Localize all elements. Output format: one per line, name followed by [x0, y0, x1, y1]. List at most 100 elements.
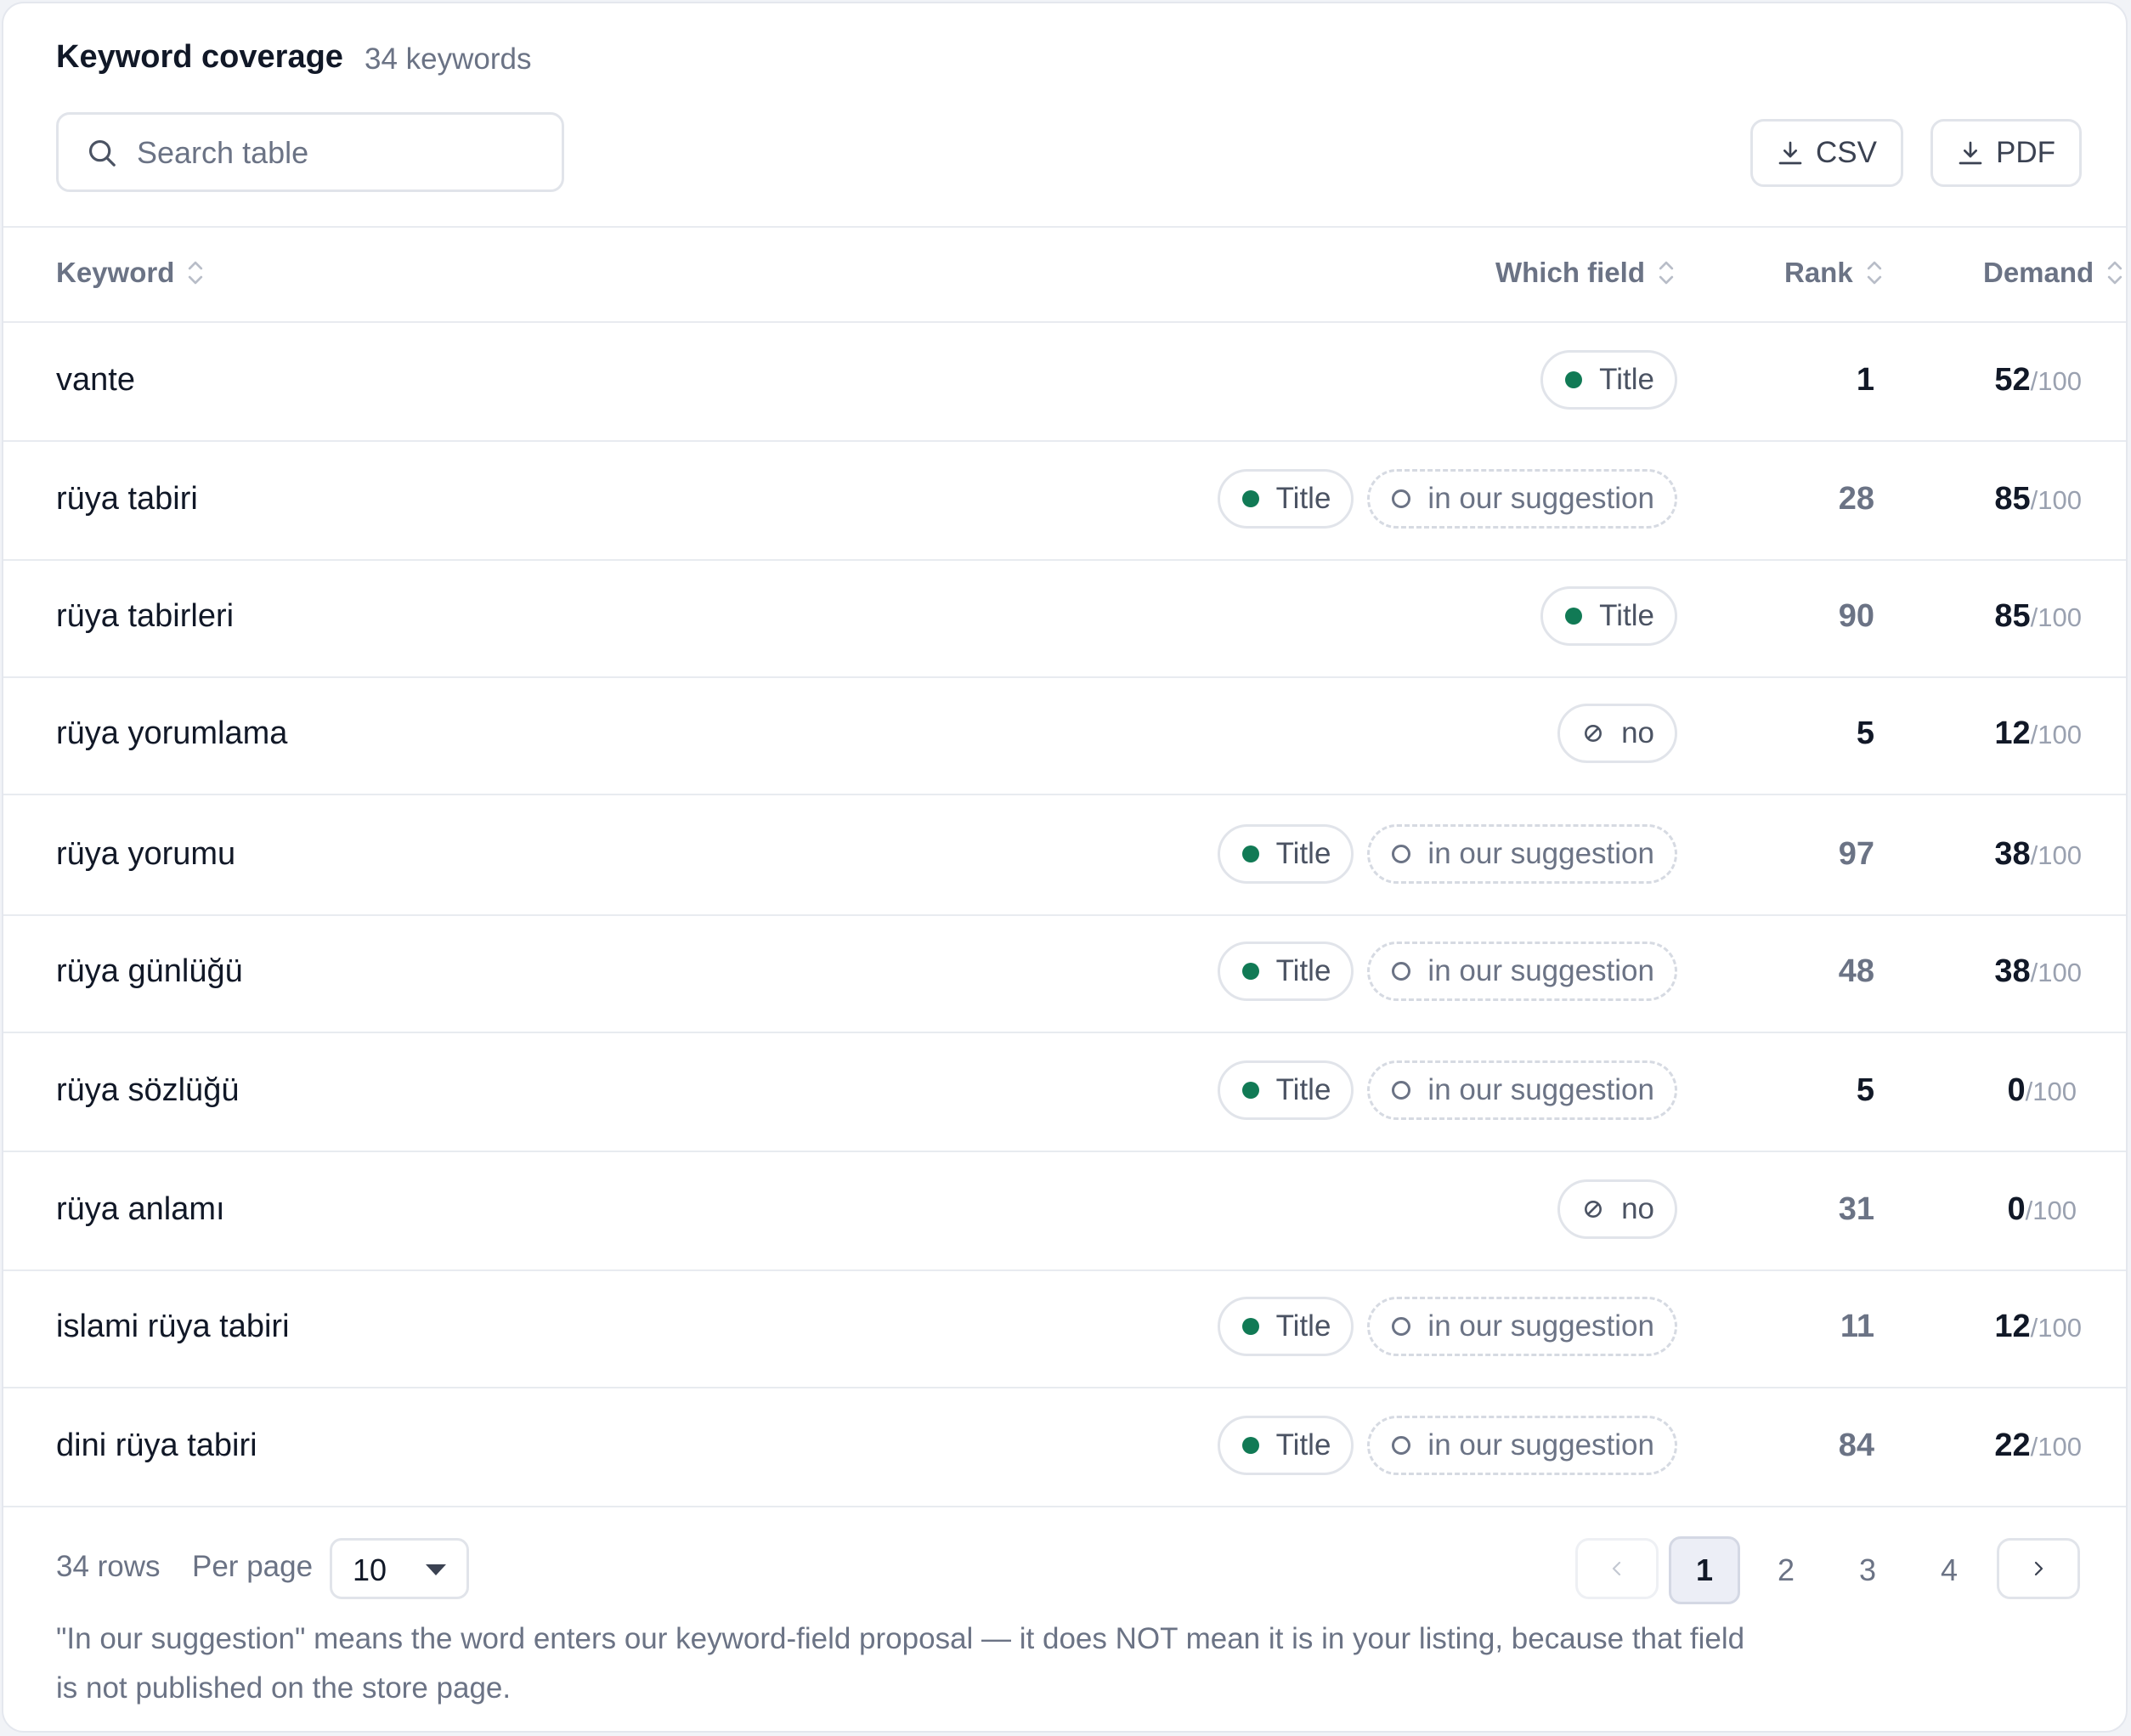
- table-row[interactable]: rüya yorumu Title in our suggestion 97 38/10…: [3, 797, 2126, 916]
- badge-label: no: [1621, 1192, 1654, 1225]
- status-dot: [1241, 963, 1259, 980]
- table-row[interactable]: rüya sözlüğü Title in our suggestion 5 0/100: [3, 1033, 2126, 1152]
- circle-outline-icon: [1392, 1436, 1411, 1455]
- badge-label: in our suggestion: [1427, 1073, 1654, 1106]
- sort-icon: [189, 261, 203, 285]
- suggestion-badge: in our suggestion: [1367, 1416, 1677, 1475]
- demand-scale: /100: [2030, 840, 2082, 870]
- keyword-cell: rüya anlamı: [56, 1191, 225, 1227]
- page-button-2[interactable]: 2: [1750, 1536, 1822, 1604]
- demand-scale: /100: [2025, 1196, 2077, 1225]
- demand-scale: /100: [2030, 720, 2082, 749]
- demand-cell: 85/100: [1994, 598, 2082, 635]
- field-cell: Title in our suggestion: [1217, 469, 1677, 529]
- title-badge: Title: [1540, 586, 1677, 646]
- pdf-label: PDF: [1996, 136, 2055, 169]
- suggestion-badge: in our suggestion: [1367, 1297, 1677, 1356]
- keyword-cell: rüya tabirleri: [56, 598, 235, 634]
- title-badge: Title: [1217, 1297, 1354, 1356]
- demand-scale: /100: [2030, 602, 2082, 632]
- export-pdf-button[interactable]: PDF: [1930, 119, 2082, 187]
- status-dot: [1241, 1437, 1259, 1454]
- table-row[interactable]: rüya günlüğü Title in our suggestion 48 38/1…: [3, 914, 2126, 1033]
- keyword-cell: dini rüya tabiri: [56, 1428, 257, 1463]
- title-badge: Title: [1540, 350, 1677, 410]
- status-dot: [1241, 1318, 1259, 1335]
- column-label: Which field: [1495, 257, 1645, 288]
- keyword-cell: rüya sözlüğü: [56, 1072, 240, 1108]
- next-page-button[interactable]: [1997, 1538, 2080, 1599]
- demand-cell: 38/100: [1994, 836, 2082, 873]
- per-page-label: Per page: [192, 1550, 314, 1583]
- rank-cell: 5: [1856, 715, 1874, 751]
- demand-cell: 22/100: [1994, 1428, 2082, 1464]
- table-row[interactable]: islami rüya tabiri Title in our suggestion…: [3, 1269, 2126, 1388]
- column-header-demand[interactable]: Demand: [1983, 257, 2124, 289]
- rank-cell: 28: [1838, 481, 1874, 517]
- demand-value: 52: [1994, 362, 2031, 398]
- rank-cell: 1: [1856, 362, 1874, 398]
- table-row[interactable]: rüya yorumlama no 5 12/100: [3, 676, 2126, 795]
- table-row[interactable]: vante Title 1 52/100: [3, 323, 2126, 442]
- demand-scale: /100: [2030, 1432, 2082, 1462]
- demand-cell: 0/100: [2008, 1191, 2077, 1228]
- badge-label: Title: [1275, 1428, 1331, 1462]
- table-row[interactable]: rüya anlamı no 31 0/100: [3, 1152, 2126, 1271]
- badge-label: Title: [1275, 1073, 1331, 1106]
- rank-cell: 5: [1856, 1072, 1874, 1108]
- badge-label: in our suggestion: [1427, 954, 1654, 987]
- circle-outline-icon: [1392, 489, 1411, 508]
- keyword-cell: rüya yorumlama: [56, 715, 288, 751]
- keyword-count: 34 keywords: [365, 42, 532, 76]
- title-badge: Title: [1217, 469, 1354, 529]
- demand-value: 0: [2007, 1191, 2026, 1227]
- demand-cell: 38/100: [1994, 953, 2082, 990]
- page-button-1[interactable]: 1: [1669, 1536, 1740, 1604]
- field-cell: no: [1557, 704, 1677, 763]
- badge-label: Title: [1275, 837, 1331, 870]
- field-cell: no: [1557, 1179, 1677, 1239]
- sort-icon: [2108, 261, 2123, 285]
- circle-outline-icon: [1392, 962, 1411, 981]
- sort-icon: [1659, 261, 1674, 285]
- table-row[interactable]: dini rüya tabiri Title in our suggestion 84…: [3, 1388, 2126, 1507]
- row-count: 34 rows: [56, 1550, 161, 1583]
- page-button-3[interactable]: 3: [1832, 1536, 1903, 1604]
- keyword-coverage-card: Keyword coverage 34 keywords CSV PDF Key…: [2, 2, 2128, 1733]
- circle-outline-icon: [1392, 845, 1411, 863]
- keyword-cell: rüya tabiri: [56, 481, 198, 517]
- title-badge: Title: [1217, 1060, 1354, 1120]
- demand-cell: 85/100: [1994, 481, 2082, 517]
- demand-scale: /100: [2030, 1313, 2082, 1343]
- previous-page-button[interactable]: [1575, 1538, 1659, 1599]
- field-cell: Title in our suggestion: [1217, 942, 1677, 1001]
- demand-value: 12: [1994, 1309, 2031, 1344]
- card-title: Keyword coverage: [56, 39, 343, 75]
- column-label: Keyword: [56, 257, 175, 288]
- badge-label: Title: [1599, 599, 1654, 632]
- search-input[interactable]: [135, 127, 546, 179]
- circle-outline-icon: [1392, 1081, 1411, 1100]
- divider: [3, 226, 2126, 228]
- column-header-rank[interactable]: Rank: [1784, 257, 1884, 289]
- field-cell: Title in our suggestion: [1217, 1297, 1677, 1356]
- status-dot: [1565, 608, 1583, 625]
- export-csv-button[interactable]: CSV: [1750, 119, 1903, 187]
- demand-value: 38: [1994, 836, 2031, 872]
- demand-value: 85: [1994, 481, 2031, 517]
- column-header-keyword[interactable]: Keyword: [56, 257, 205, 289]
- column-header-field[interactable]: Which field: [1495, 257, 1676, 289]
- title-badge: Title: [1217, 824, 1354, 884]
- keyword-cell: rüya yorumu: [56, 836, 236, 872]
- badge-label: in our suggestion: [1427, 837, 1654, 870]
- table-row[interactable]: rüya tabirleri Title 90 85/100: [3, 559, 2126, 678]
- not-covered-badge: no: [1557, 1179, 1677, 1239]
- table-row[interactable]: rüya tabiri Title in our suggestion 28 85/10…: [3, 442, 2126, 561]
- search-box[interactable]: [56, 112, 564, 192]
- not-covered-badge: no: [1557, 704, 1677, 763]
- page-button-4[interactable]: 4: [1913, 1536, 1985, 1604]
- rank-cell: 11: [1840, 1309, 1874, 1344]
- per-page-select[interactable]: 10: [330, 1538, 469, 1599]
- badge-label: in our suggestion: [1427, 1428, 1654, 1462]
- keyword-cell: islami rüya tabiri: [56, 1309, 290, 1344]
